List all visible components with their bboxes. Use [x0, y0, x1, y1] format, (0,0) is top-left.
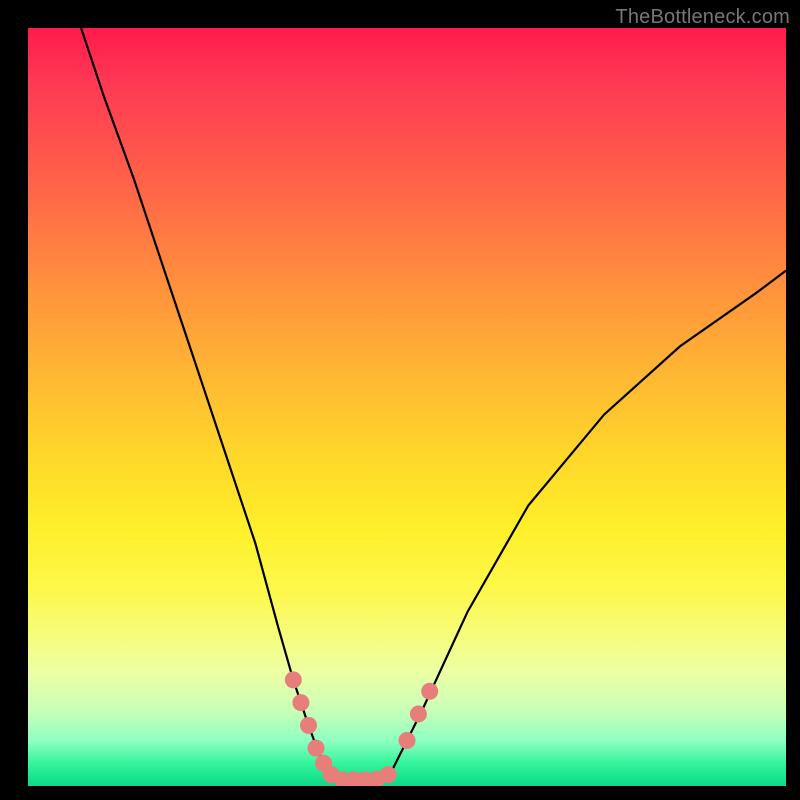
plot-area: [28, 28, 786, 786]
marker-dot: [292, 694, 309, 711]
marker-dot: [399, 732, 416, 749]
marker-dot: [410, 706, 427, 723]
bottleneck-curve-svg: [28, 28, 786, 786]
marker-layer: [285, 671, 438, 786]
chart-frame: TheBottleneck.com: [0, 0, 800, 800]
marker-dot: [308, 740, 325, 757]
marker-dot: [300, 717, 317, 734]
marker-dot: [285, 671, 302, 688]
curve-layer: [81, 28, 786, 780]
marker-dot: [421, 683, 438, 700]
bottleneck-curve: [81, 28, 786, 780]
watermark-text: TheBottleneck.com: [615, 6, 790, 29]
marker-dot: [380, 766, 397, 783]
